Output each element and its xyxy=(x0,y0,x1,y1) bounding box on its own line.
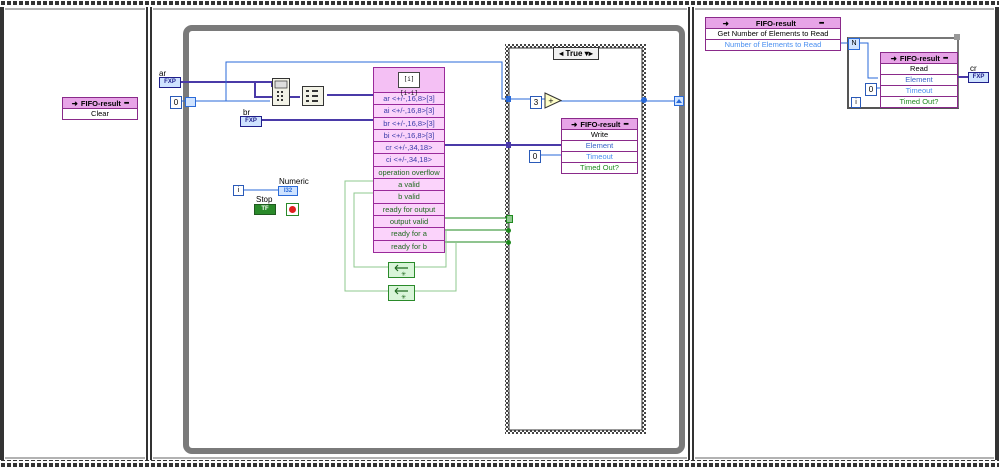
case-structure xyxy=(505,44,646,434)
fifo-icon: ▪▪▪ xyxy=(942,54,949,62)
fifo-elements-to-read: Number of Elements to Read xyxy=(724,40,822,49)
fifo-name: FIFO-result xyxy=(755,18,796,28)
loop-output-tunnel xyxy=(674,96,684,106)
numeric-label: Numeric xyxy=(279,177,309,186)
port-ci: ci <+/-,34,18> xyxy=(374,154,444,167)
add-operator: + xyxy=(548,97,554,105)
fifo-icon: ▪▪▪ xyxy=(623,120,629,128)
port-cr: cr <+/-,34,18> xyxy=(374,142,444,155)
feedback-node-1: ✳ xyxy=(388,262,415,278)
case-tunnel-out xyxy=(641,97,647,103)
br-terminal[interactable]: FXP xyxy=(240,116,262,127)
case-tunnel-cr xyxy=(506,142,511,148)
stop-condition-icon xyxy=(286,203,299,216)
fifo-get-count-node[interactable]: ➜ FIFO-result ▪▪▪ Get Number of Elements… xyxy=(705,17,841,51)
case-tunnel-ready-a xyxy=(506,228,511,233)
port-operation-overflow: operation overflow xyxy=(374,167,444,180)
svg-text:✳: ✳ xyxy=(401,294,406,300)
case-selector-value: True xyxy=(565,49,583,58)
fifo-read-element: Element xyxy=(881,75,957,86)
fifo-clear-header: ➜ FIFO-result ▪▪▪ xyxy=(63,98,137,109)
fifo-name: FIFO-result xyxy=(80,98,121,108)
stop-control[interactable]: TF xyxy=(254,204,276,215)
svg-text:✳: ✳ xyxy=(401,271,406,277)
fifo-icon: ▪▪▪ xyxy=(818,19,825,27)
stop-label: Stop xyxy=(256,195,273,204)
fifo-write-node[interactable]: ➜ FIFO-result ▪▪▪ Write Element Timeout … xyxy=(561,118,638,174)
port-ready-for-a: ready for a xyxy=(374,228,444,241)
arrow-icon: ➜ xyxy=(571,119,578,129)
fifo-method: Read xyxy=(881,64,957,75)
fifo-read-timed-out: Timed Out? xyxy=(899,97,939,106)
case-tunnel-ready-b xyxy=(506,240,511,245)
port-ready-for-b: ready for b xyxy=(391,241,427,251)
fifo-write-timed-out: Timed Out? xyxy=(580,163,619,172)
feedback-node-2: ✳ xyxy=(388,285,415,301)
arrow-icon: ➜ xyxy=(722,18,729,28)
numeric-indicator[interactable]: I32 xyxy=(278,186,298,196)
fifo-name: FIFO-result xyxy=(580,119,621,129)
for-loop-iteration: i xyxy=(851,97,861,108)
fifo-write-timeout: Timeout xyxy=(562,152,637,163)
case-selector[interactable]: ◂ True ▾▸ xyxy=(553,47,599,60)
port-bi: bi <+/-,16,8>[3] xyxy=(374,130,444,143)
fifo-get-header: ➜ FIFO-result ▪▪▪ xyxy=(706,18,840,29)
fifo-method: Get Number of Elements to Read xyxy=(706,29,840,40)
timeout-constant[interactable]: 0 xyxy=(529,150,541,163)
iteration-terminal: i xyxy=(233,185,244,196)
fifo-read-node[interactable]: ➜ FIFO-result ▪▪▪ Read Element Timeout T… xyxy=(880,52,958,108)
fifo-clear-node[interactable]: ➜ FIFO-result ▪▪▪ Clear xyxy=(62,97,138,120)
ip-icon: [i][i-i] xyxy=(374,68,444,97)
arrow-icon: ➜ xyxy=(890,53,897,63)
fifo-method: Write xyxy=(562,130,637,141)
fifo-read-header: ➜ FIFO-result ▪▪▪ xyxy=(881,53,957,64)
fifo-write-element: Element xyxy=(562,141,637,152)
port-br: br <+/-,16,8>[3] xyxy=(374,118,444,130)
port-ready-for-output: ready for output xyxy=(374,204,444,216)
index-array-icon xyxy=(272,78,290,106)
port-b-valid: b valid xyxy=(374,191,444,204)
three-constant[interactable]: 3 xyxy=(530,96,542,109)
cr-indicator[interactable]: FXP xyxy=(968,72,989,83)
zero-constant[interactable]: 0 xyxy=(170,96,182,109)
fifo-read-timeout: Timeout xyxy=(881,86,957,97)
port-ai: ai <+/-,16,8>[3] xyxy=(374,105,444,118)
port-ar: ar <+/-,16,8>[3] xyxy=(374,93,444,106)
read-timeout-constant[interactable]: 0 xyxy=(865,83,877,96)
sequence-bottom-strip xyxy=(0,460,999,467)
fifo-name: FIFO-result xyxy=(899,53,940,63)
increment-node: + xyxy=(544,92,563,109)
arrow-icon: ➜ xyxy=(71,98,78,108)
fifo-write-header: ➜ FIFO-result ▪▪▪ xyxy=(562,119,637,130)
ar-terminal[interactable]: FXP xyxy=(159,77,181,88)
port-output-valid: output valid xyxy=(374,216,444,229)
case-selector-terminal xyxy=(506,215,513,223)
case-arrow-right-icon[interactable]: ▾▸ xyxy=(585,49,593,58)
loop-tunnel-icon xyxy=(185,97,196,107)
build-array-icon xyxy=(302,86,324,106)
fifo-method: Clear xyxy=(91,109,109,118)
case-arrow-left-icon[interactable]: ◂ xyxy=(559,49,563,58)
port-a-valid: a valid xyxy=(374,179,444,192)
case-tunnel-index xyxy=(506,96,511,102)
complex-multiply-ip-node[interactable]: [i][i-i] ar <+/-,16,8>[3] ai <+/-,16,8>[… xyxy=(373,67,445,253)
sequence-top-strip xyxy=(0,0,999,7)
loop-count-terminal: N xyxy=(848,38,860,50)
fifo-icon: ▪▪▪ xyxy=(123,99,130,107)
